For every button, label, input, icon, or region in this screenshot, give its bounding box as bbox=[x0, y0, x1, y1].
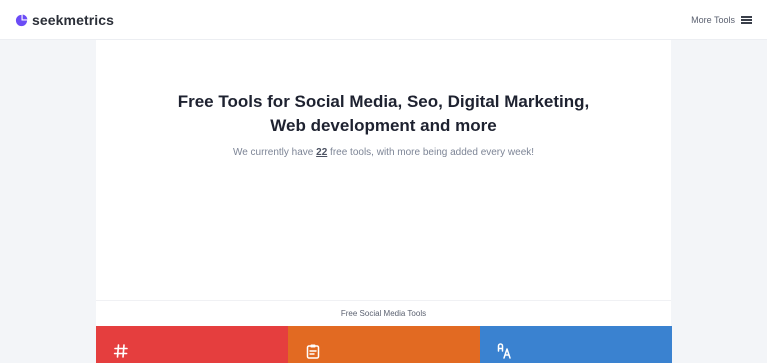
tool-card-font-case[interactable] bbox=[480, 326, 672, 363]
top-navigation-bar: seekmetrics More Tools bbox=[0, 0, 767, 40]
more-tools-label: More Tools bbox=[691, 15, 735, 25]
section-heading: Free Social Media Tools bbox=[340, 309, 427, 318]
seekmetrics-logo-icon bbox=[15, 14, 28, 26]
subtitle-prefix: We currently have bbox=[232, 147, 317, 158]
tool-card-hashtag[interactable] bbox=[96, 326, 288, 363]
hero-subtitle: We currently have 22 free tools, with mo… bbox=[96, 146, 671, 160]
font-case-icon bbox=[497, 343, 511, 359]
subtitle-suffix: free tools, with more being added every … bbox=[327, 147, 535, 158]
hero-title-line-1: Free Tools for Social Media, Seo, Digita… bbox=[177, 92, 590, 111]
tool-cards-row bbox=[96, 326, 672, 363]
brand-logo-link[interactable]: seekmetrics bbox=[15, 11, 114, 29]
clipboard-icon bbox=[306, 344, 320, 359]
tool-count: 22 bbox=[316, 147, 328, 158]
brand-name: seekmetrics bbox=[32, 12, 115, 28]
hero-title-line-2: Web development and more bbox=[270, 116, 497, 135]
main-content-panel: Free Tools for Social Media, Seo, Digita… bbox=[96, 40, 671, 363]
section-divider bbox=[96, 300, 671, 301]
more-tools-menu-button[interactable]: More Tools bbox=[691, 13, 752, 27]
hashtag-icon bbox=[113, 344, 128, 358]
tool-card-clipboard[interactable] bbox=[288, 326, 480, 363]
hero-title: Free Tools for Social Media, Seo, Digita… bbox=[96, 90, 671, 138]
hamburger-menu-icon bbox=[741, 16, 752, 24]
